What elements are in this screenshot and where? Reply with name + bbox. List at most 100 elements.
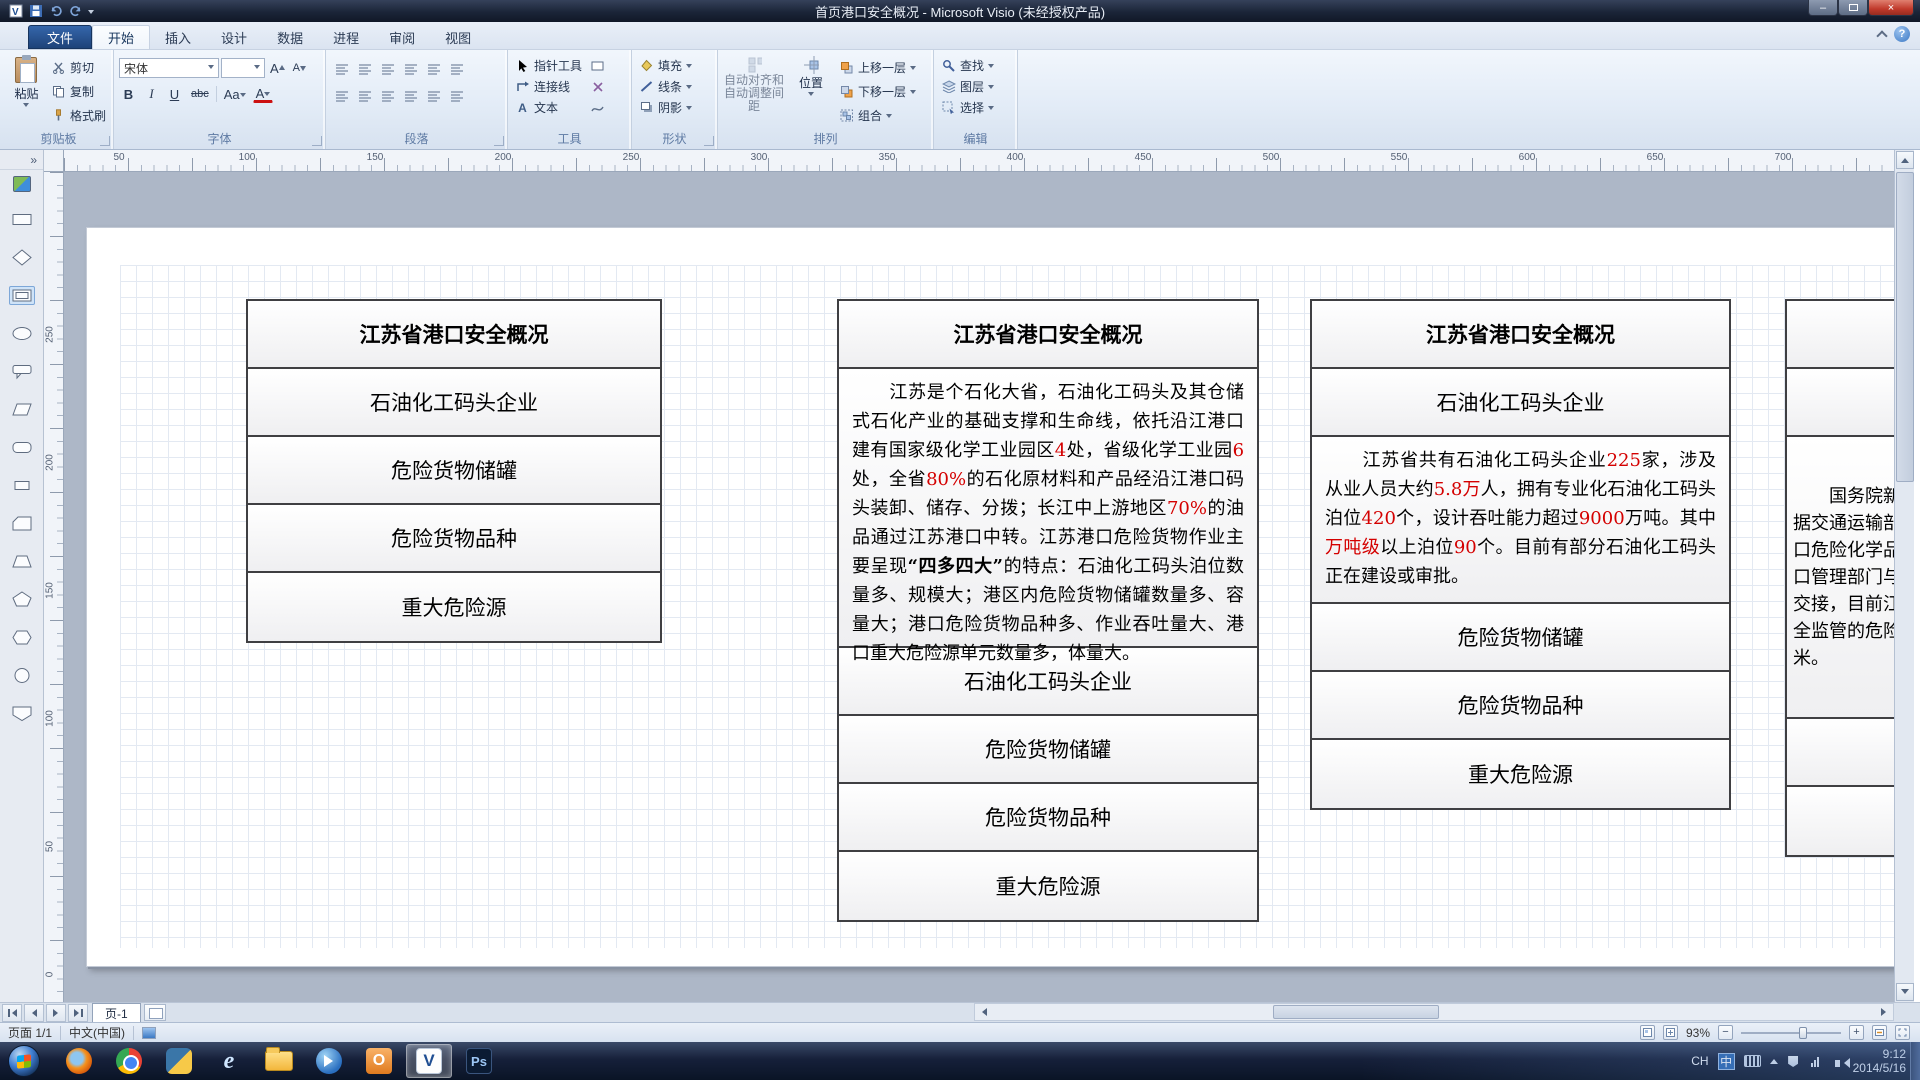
network-icon[interactable] bbox=[1809, 1055, 1822, 1067]
trapezoid-shape-icon[interactable] bbox=[9, 552, 35, 571]
diagram-shape[interactable] bbox=[1787, 301, 1894, 369]
qat-dropdown-icon[interactable] bbox=[88, 10, 94, 17]
tab-insert[interactable]: 插入 bbox=[150, 25, 206, 49]
diagram-shape[interactable]: 危险货物品种 bbox=[839, 784, 1257, 852]
italic-button[interactable]: I bbox=[142, 84, 161, 104]
indent-decrease-icon[interactable] bbox=[354, 59, 375, 79]
drawing-canvas[interactable]: 江苏省港口安全概况 石油化工码头企业 危险货物储罐 危险货物品种 重大危险源 江… bbox=[64, 172, 1894, 1002]
connection-point-icon[interactable] bbox=[590, 79, 605, 94]
small-rectangle-shape-icon[interactable] bbox=[9, 476, 35, 495]
text-tool-button[interactable]: A 文本 bbox=[513, 99, 584, 116]
show-hidden-icons-icon[interactable] bbox=[1770, 1055, 1778, 1064]
paragraph-dialog-launcher-icon[interactable] bbox=[494, 136, 504, 146]
taskbar-visio-button[interactable]: V bbox=[406, 1044, 452, 1078]
shrink-font-button[interactable]: A bbox=[290, 58, 309, 78]
diagram-shape[interactable]: 重大危险源 bbox=[1312, 740, 1729, 808]
align-right-icon[interactable] bbox=[377, 86, 398, 106]
auto-align-button[interactable]: 自动对齐和自动调整间距 bbox=[723, 55, 785, 127]
action-center-icon[interactable] bbox=[1787, 1055, 1800, 1067]
expand-shapes-icon[interactable]: » bbox=[0, 150, 43, 170]
callout-shape-icon[interactable] bbox=[9, 362, 35, 381]
flag-shape-icon[interactable] bbox=[9, 704, 35, 723]
insert-page-icon[interactable] bbox=[144, 1004, 166, 1021]
taskbar-media-player-button[interactable] bbox=[306, 1044, 352, 1078]
change-case-button[interactable]: Aa bbox=[221, 84, 249, 104]
scroll-up-button[interactable] bbox=[1896, 151, 1914, 169]
diagram-paragraph[interactable]: 国务院新《据交通运输部和口危险化学品安口管理部门与安交接，目前江苏全监管的危险货… bbox=[1787, 437, 1894, 719]
minimize-ribbon-icon[interactable] bbox=[1876, 30, 1887, 41]
language-indicator[interactable]: 中文(中国) bbox=[69, 1024, 125, 1041]
line-button[interactable]: 线条 bbox=[637, 78, 712, 95]
scroll-right-button[interactable] bbox=[1875, 1004, 1893, 1020]
diagram-shape[interactable]: 重大危险源 bbox=[839, 852, 1257, 920]
pointer-tool-button[interactable]: 指针工具 bbox=[513, 57, 584, 74]
ellipse-shape-icon[interactable] bbox=[9, 324, 35, 343]
group-button[interactable]: 组合 bbox=[837, 107, 918, 124]
framed-rectangle-shape-icon[interactable] bbox=[9, 286, 35, 305]
tab-data[interactable]: 数据 bbox=[262, 25, 318, 49]
rectangle-shape-icon[interactable] bbox=[9, 210, 35, 229]
pan-zoom-window-icon[interactable] bbox=[1640, 1025, 1655, 1040]
fit-page-to-window-icon[interactable] bbox=[1872, 1025, 1887, 1040]
start-button[interactable] bbox=[8, 1045, 40, 1077]
full-screen-icon[interactable] bbox=[1895, 1025, 1910, 1040]
taskbar-photoshop-button[interactable]: Ps bbox=[456, 1044, 502, 1078]
underline-button[interactable]: U bbox=[165, 84, 184, 104]
bold-button[interactable]: B bbox=[119, 84, 138, 104]
grow-font-button[interactable]: A bbox=[267, 58, 288, 78]
diagram-shape[interactable]: 危险货物储罐 bbox=[839, 716, 1257, 784]
taskbar-ie-button[interactable]: e bbox=[206, 1044, 252, 1078]
diagram-shape[interactable]: 江苏省港口安全概况 bbox=[1312, 301, 1729, 369]
taskbar-explorer-button[interactable] bbox=[256, 1044, 302, 1078]
send-backward-button[interactable]: 下移一层 bbox=[837, 83, 918, 100]
undo-icon[interactable] bbox=[48, 4, 63, 19]
fill-button[interactable]: 填充 bbox=[637, 57, 712, 74]
shape-dialog-launcher-icon[interactable] bbox=[704, 136, 714, 146]
taskbar-python-button[interactable] bbox=[156, 1044, 202, 1078]
paste-button[interactable]: 粘贴 bbox=[9, 55, 44, 127]
select-button[interactable]: 选择 bbox=[939, 99, 1012, 116]
zoom-in-button[interactable]: + bbox=[1849, 1025, 1864, 1040]
layers-button[interactable]: 图层 bbox=[939, 78, 1012, 95]
tab-home[interactable]: 开始 bbox=[92, 25, 150, 49]
diamond-shape-icon[interactable] bbox=[9, 248, 35, 267]
rounded-rectangle-shape-icon[interactable] bbox=[9, 438, 35, 457]
vertical-scroll-thumb[interactable] bbox=[1896, 172, 1914, 482]
close-button[interactable]: × bbox=[1868, 0, 1914, 16]
diagram-shape[interactable]: 石油化工码头企业 bbox=[248, 369, 660, 437]
bring-forward-button[interactable]: 上移一层 bbox=[837, 59, 918, 76]
vertical-scrollbar[interactable] bbox=[1894, 150, 1914, 1002]
cut-button[interactable]: 剪切 bbox=[49, 59, 108, 76]
scroll-left-button[interactable] bbox=[975, 1004, 993, 1020]
scroll-down-button[interactable] bbox=[1896, 983, 1914, 1001]
clipboard-dialog-launcher-icon[interactable] bbox=[100, 136, 110, 146]
font-name-select[interactable]: 宋体 bbox=[119, 58, 219, 78]
tab-design[interactable]: 设计 bbox=[206, 25, 262, 49]
hexagon-shape-icon[interactable] bbox=[9, 628, 35, 647]
diagram-shape[interactable]: 危险货物品种 bbox=[248, 505, 660, 573]
previous-page-button[interactable] bbox=[24, 1004, 44, 1022]
redo-icon[interactable] bbox=[68, 4, 83, 19]
tab-file[interactable]: 文件 bbox=[28, 25, 92, 49]
page-tab[interactable]: 页-1 bbox=[92, 1003, 141, 1022]
diagram-shape[interactable]: 危险货物品种 bbox=[1312, 672, 1729, 740]
circle-shape-icon[interactable] bbox=[9, 666, 35, 685]
font-color-button[interactable]: A bbox=[253, 85, 274, 103]
align-bottom-icon[interactable] bbox=[446, 86, 467, 106]
diagram-paragraph[interactable]: 江苏省共有石油化工码头企业225家，涉及从业人员大约5.8万人，拥有专业化石油化… bbox=[1312, 437, 1729, 604]
format-painter-button[interactable]: 格式刷 bbox=[49, 107, 108, 124]
macro-record-icon[interactable] bbox=[142, 1027, 156, 1039]
diagram-paragraph[interactable]: 江苏是个石化大省，石油化工码头及其仓储式石化产业的基础支撑和生命线，依托沿江港口… bbox=[839, 369, 1257, 648]
horizontal-scrollbar[interactable] bbox=[974, 1003, 1894, 1021]
indent-increase-icon[interactable] bbox=[377, 59, 398, 79]
zoom-level[interactable]: 93% bbox=[1686, 1026, 1710, 1040]
horizontal-scroll-thumb[interactable] bbox=[1273, 1005, 1439, 1019]
minimize-button[interactable]: – bbox=[1808, 0, 1838, 16]
diagram-shape[interactable]: 石油化工码头企业 bbox=[1312, 369, 1729, 437]
font-dialog-launcher-icon[interactable] bbox=[312, 136, 322, 146]
line-spacing-icon[interactable] bbox=[400, 59, 421, 79]
text-direction-icon[interactable] bbox=[446, 59, 467, 79]
tab-view[interactable]: 视图 bbox=[430, 25, 486, 49]
zoom-out-button[interactable]: − bbox=[1718, 1025, 1733, 1040]
first-page-button[interactable] bbox=[2, 1004, 22, 1022]
